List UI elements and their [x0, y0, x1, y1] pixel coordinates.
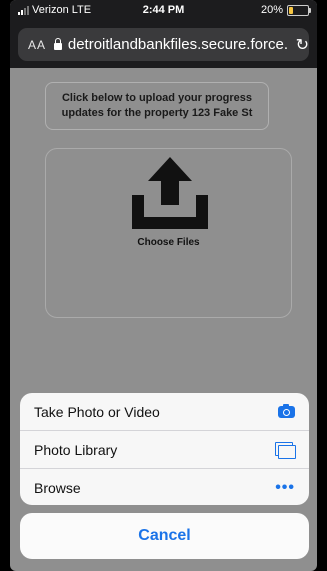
option-label: Photo Library: [34, 441, 118, 458]
lock-icon: [54, 38, 62, 50]
battery-percent: 20%: [260, 4, 283, 16]
status-bar: Verizon LTE 2:44 PM 20%: [10, 0, 317, 22]
file-upload-dropzone[interactable]: Choose Files: [45, 148, 292, 318]
photo-library-option[interactable]: Photo Library: [20, 430, 309, 468]
camera-icon: [278, 403, 295, 418]
url-field[interactable]: AA detroitlandbankfiles.secure.force. ↻: [18, 28, 309, 61]
more-icon: •••: [275, 478, 295, 496]
take-photo-option[interactable]: Take Photo or Video: [20, 393, 309, 430]
upload-icon: [132, 157, 208, 229]
option-label: Take Photo or Video: [34, 403, 160, 420]
action-sheet: Take Photo or Video Photo Library Browse…: [20, 393, 309, 505]
browse-option[interactable]: Browse •••: [20, 468, 309, 505]
text-size-button[interactable]: AA: [28, 38, 46, 52]
cancel-button[interactable]: Cancel: [20, 513, 309, 559]
photo-library-icon: [275, 441, 296, 459]
phone-screen: Verizon LTE 2:44 PM 20% AA detroitlandba…: [10, 0, 317, 571]
battery-icon: [287, 4, 311, 16]
choose-files-label[interactable]: Choose Files: [46, 237, 291, 248]
battery-fill: [289, 6, 293, 14]
option-label: Browse: [34, 479, 81, 496]
url-text[interactable]: detroitlandbankfiles.secure.force.: [68, 36, 292, 53]
browser-address-bar: AA detroitlandbankfiles.secure.force. ↻: [10, 22, 317, 68]
upload-instructions: Click below to upload your progress upda…: [45, 82, 269, 130]
reload-icon[interactable]: ↻: [296, 35, 309, 55]
